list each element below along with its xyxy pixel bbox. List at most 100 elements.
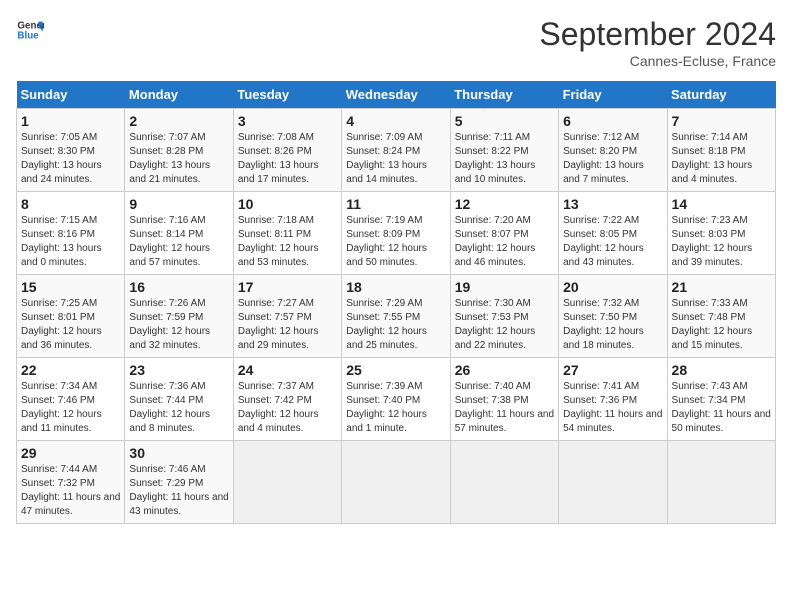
calendar-cell: 11 Sunrise: 7:19 AMSunset: 8:09 PMDaylig… <box>342 192 450 275</box>
day-detail: Sunrise: 7:25 AMSunset: 8:01 PMDaylight:… <box>21 297 120 353</box>
day-number: 5 <box>455 113 554 129</box>
calendar-cell: 13 Sunrise: 7:22 AMSunset: 8:05 PMDaylig… <box>559 192 667 275</box>
calendar-cell: 24 Sunrise: 7:37 AMSunset: 7:42 PMDaylig… <box>233 358 341 441</box>
day-number: 12 <box>455 196 554 212</box>
day-detail: Sunrise: 7:46 AMSunset: 7:29 PMDaylight:… <box>129 463 228 519</box>
day-number: 20 <box>563 279 662 295</box>
day-number: 7 <box>672 113 771 129</box>
day-number: 3 <box>238 113 337 129</box>
weekday-header-wednesday: Wednesday <box>342 81 450 109</box>
day-detail: Sunrise: 7:27 AMSunset: 7:57 PMDaylight:… <box>238 297 337 353</box>
day-detail: Sunrise: 7:36 AMSunset: 7:44 PMDaylight:… <box>129 380 228 436</box>
day-number: 10 <box>238 196 337 212</box>
day-number: 15 <box>21 279 120 295</box>
calendar-cell: 27 Sunrise: 7:41 AMSunset: 7:36 PMDaylig… <box>559 358 667 441</box>
day-detail: Sunrise: 7:30 AMSunset: 7:53 PMDaylight:… <box>455 297 554 353</box>
calendar-cell: 2 Sunrise: 7:07 AMSunset: 8:28 PMDayligh… <box>125 109 233 192</box>
day-number: 13 <box>563 196 662 212</box>
calendar-cell <box>667 441 775 524</box>
page-header: General Blue September 2024 Cannes-Eclus… <box>16 16 776 69</box>
day-number: 27 <box>563 362 662 378</box>
day-detail: Sunrise: 7:15 AMSunset: 8:16 PMDaylight:… <box>21 214 120 270</box>
calendar-cell: 3 Sunrise: 7:08 AMSunset: 8:26 PMDayligh… <box>233 109 341 192</box>
calendar-cell <box>559 441 667 524</box>
day-number: 29 <box>21 445 120 461</box>
day-number: 1 <box>21 113 120 129</box>
weekday-header-thursday: Thursday <box>450 81 558 109</box>
day-number: 21 <box>672 279 771 295</box>
day-number: 4 <box>346 113 445 129</box>
calendar-cell: 16 Sunrise: 7:26 AMSunset: 7:59 PMDaylig… <box>125 275 233 358</box>
calendar-cell <box>233 441 341 524</box>
day-detail: Sunrise: 7:23 AMSunset: 8:03 PMDaylight:… <box>672 214 771 270</box>
calendar-cell: 10 Sunrise: 7:18 AMSunset: 8:11 PMDaylig… <box>233 192 341 275</box>
day-number: 6 <box>563 113 662 129</box>
day-number: 19 <box>455 279 554 295</box>
day-number: 24 <box>238 362 337 378</box>
day-detail: Sunrise: 7:41 AMSunset: 7:36 PMDaylight:… <box>563 380 662 436</box>
day-detail: Sunrise: 7:40 AMSunset: 7:38 PMDaylight:… <box>455 380 554 436</box>
calendar-cell: 4 Sunrise: 7:09 AMSunset: 8:24 PMDayligh… <box>342 109 450 192</box>
weekday-header-saturday: Saturday <box>667 81 775 109</box>
calendar-cell: 18 Sunrise: 7:29 AMSunset: 7:55 PMDaylig… <box>342 275 450 358</box>
day-number: 8 <box>21 196 120 212</box>
day-number: 14 <box>672 196 771 212</box>
weekday-header-sunday: Sunday <box>17 81 125 109</box>
logo-icon: General Blue <box>16 16 44 44</box>
calendar-cell: 9 Sunrise: 7:16 AMSunset: 8:14 PMDayligh… <box>125 192 233 275</box>
day-detail: Sunrise: 7:33 AMSunset: 7:48 PMDaylight:… <box>672 297 771 353</box>
day-detail: Sunrise: 7:16 AMSunset: 8:14 PMDaylight:… <box>129 214 228 270</box>
weekday-header-friday: Friday <box>559 81 667 109</box>
day-detail: Sunrise: 7:18 AMSunset: 8:11 PMDaylight:… <box>238 214 337 270</box>
calendar-cell: 15 Sunrise: 7:25 AMSunset: 8:01 PMDaylig… <box>17 275 125 358</box>
day-detail: Sunrise: 7:39 AMSunset: 7:40 PMDaylight:… <box>346 380 445 436</box>
calendar-week-3: 15 Sunrise: 7:25 AMSunset: 8:01 PMDaylig… <box>17 275 776 358</box>
calendar-cell: 6 Sunrise: 7:12 AMSunset: 8:20 PMDayligh… <box>559 109 667 192</box>
svg-text:Blue: Blue <box>17 30 39 41</box>
calendar-cell: 1 Sunrise: 7:05 AMSunset: 8:30 PMDayligh… <box>17 109 125 192</box>
calendar-cell: 7 Sunrise: 7:14 AMSunset: 8:18 PMDayligh… <box>667 109 775 192</box>
calendar-cell: 25 Sunrise: 7:39 AMSunset: 7:40 PMDaylig… <box>342 358 450 441</box>
day-detail: Sunrise: 7:37 AMSunset: 7:42 PMDaylight:… <box>238 380 337 436</box>
day-number: 30 <box>129 445 228 461</box>
calendar-cell: 20 Sunrise: 7:32 AMSunset: 7:50 PMDaylig… <box>559 275 667 358</box>
calendar-cell: 17 Sunrise: 7:27 AMSunset: 7:57 PMDaylig… <box>233 275 341 358</box>
weekday-header-tuesday: Tuesday <box>233 81 341 109</box>
day-detail: Sunrise: 7:20 AMSunset: 8:07 PMDaylight:… <box>455 214 554 270</box>
calendar-cell: 21 Sunrise: 7:33 AMSunset: 7:48 PMDaylig… <box>667 275 775 358</box>
day-number: 26 <box>455 362 554 378</box>
day-detail: Sunrise: 7:22 AMSunset: 8:05 PMDaylight:… <box>563 214 662 270</box>
calendar-week-1: 1 Sunrise: 7:05 AMSunset: 8:30 PMDayligh… <box>17 109 776 192</box>
day-number: 18 <box>346 279 445 295</box>
calendar-cell: 26 Sunrise: 7:40 AMSunset: 7:38 PMDaylig… <box>450 358 558 441</box>
day-number: 2 <box>129 113 228 129</box>
calendar-cell: 23 Sunrise: 7:36 AMSunset: 7:44 PMDaylig… <box>125 358 233 441</box>
calendar-cell: 14 Sunrise: 7:23 AMSunset: 8:03 PMDaylig… <box>667 192 775 275</box>
day-detail: Sunrise: 7:09 AMSunset: 8:24 PMDaylight:… <box>346 131 445 187</box>
calendar-cell: 12 Sunrise: 7:20 AMSunset: 8:07 PMDaylig… <box>450 192 558 275</box>
day-detail: Sunrise: 7:12 AMSunset: 8:20 PMDaylight:… <box>563 131 662 187</box>
calendar-week-2: 8 Sunrise: 7:15 AMSunset: 8:16 PMDayligh… <box>17 192 776 275</box>
logo: General Blue <box>16 16 44 44</box>
weekday-header-row: SundayMondayTuesdayWednesdayThursdayFrid… <box>17 81 776 109</box>
day-detail: Sunrise: 7:07 AMSunset: 8:28 PMDaylight:… <box>129 131 228 187</box>
day-detail: Sunrise: 7:43 AMSunset: 7:34 PMDaylight:… <box>672 380 771 436</box>
calendar-cell <box>450 441 558 524</box>
day-detail: Sunrise: 7:05 AMSunset: 8:30 PMDaylight:… <box>21 131 120 187</box>
title-block: September 2024 Cannes-Ecluse, France <box>539 16 776 69</box>
month-title: September 2024 <box>539 16 776 53</box>
calendar-cell: 8 Sunrise: 7:15 AMSunset: 8:16 PMDayligh… <box>17 192 125 275</box>
day-detail: Sunrise: 7:32 AMSunset: 7:50 PMDaylight:… <box>563 297 662 353</box>
location-subtitle: Cannes-Ecluse, France <box>539 53 776 69</box>
calendar-cell <box>342 441 450 524</box>
day-detail: Sunrise: 7:26 AMSunset: 7:59 PMDaylight:… <box>129 297 228 353</box>
day-detail: Sunrise: 7:14 AMSunset: 8:18 PMDaylight:… <box>672 131 771 187</box>
calendar-cell: 5 Sunrise: 7:11 AMSunset: 8:22 PMDayligh… <box>450 109 558 192</box>
calendar-cell: 19 Sunrise: 7:30 AMSunset: 7:53 PMDaylig… <box>450 275 558 358</box>
day-detail: Sunrise: 7:08 AMSunset: 8:26 PMDaylight:… <box>238 131 337 187</box>
calendar-table: SundayMondayTuesdayWednesdayThursdayFrid… <box>16 81 776 524</box>
day-number: 16 <box>129 279 228 295</box>
day-number: 25 <box>346 362 445 378</box>
day-number: 23 <box>129 362 228 378</box>
day-detail: Sunrise: 7:29 AMSunset: 7:55 PMDaylight:… <box>346 297 445 353</box>
